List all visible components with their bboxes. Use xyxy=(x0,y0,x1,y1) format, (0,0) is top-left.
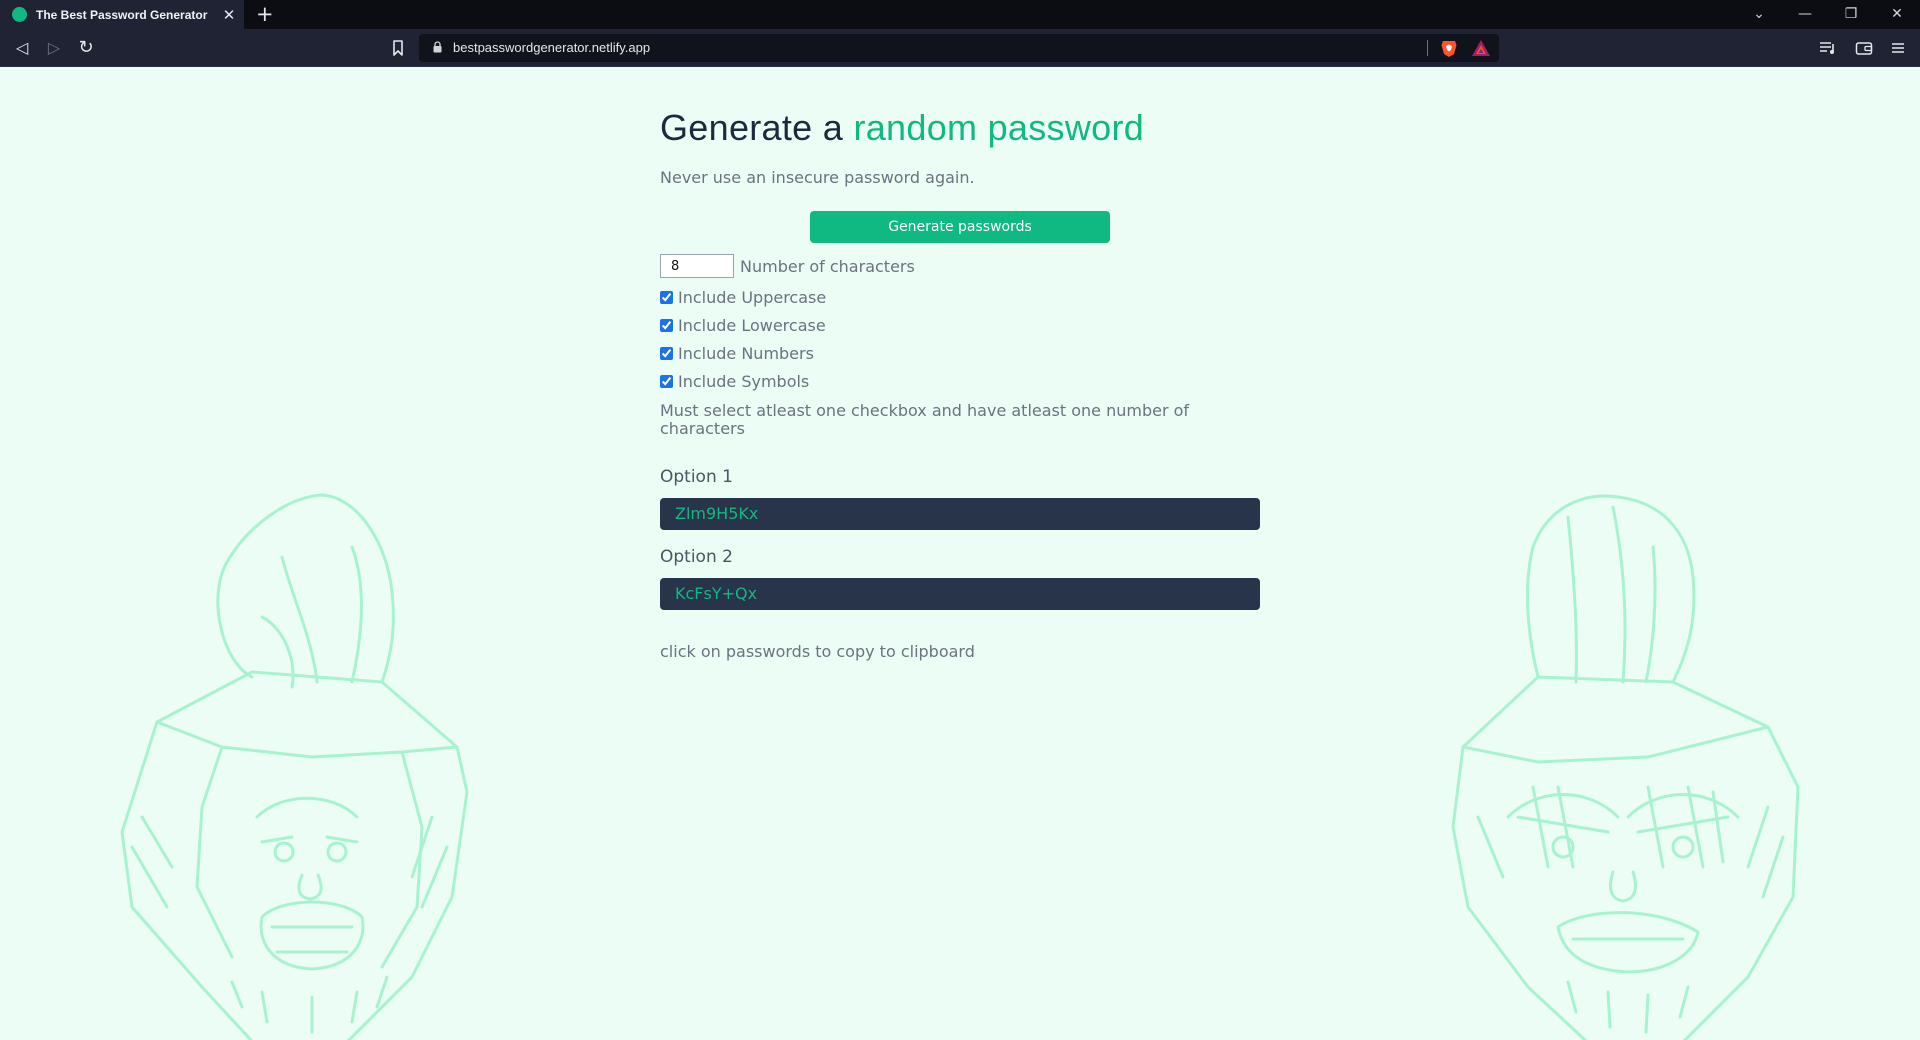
uppercase-option[interactable]: Include Uppercase xyxy=(660,288,1260,307)
uppercase-label[interactable]: Include Uppercase xyxy=(678,288,826,307)
minimize-button[interactable]: — xyxy=(1790,0,1820,29)
lock-icon[interactable] xyxy=(433,41,442,53)
page-subtitle: Never use an insecure password again. xyxy=(660,168,975,187)
wallet-icon[interactable] xyxy=(1854,38,1874,58)
password-option-2[interactable]: KcFsY+Qx xyxy=(660,578,1260,610)
new-tab-button[interactable]: + xyxy=(256,0,274,29)
close-window-button[interactable]: ✕ xyxy=(1882,0,1912,29)
tab-list-icon[interactable]: ⌄ xyxy=(1744,0,1774,29)
url-text: bestpasswordgenerator.netlify.app xyxy=(453,40,651,55)
generate-passwords-button[interactable]: Generate passwords xyxy=(810,211,1110,243)
uppercase-checkbox[interactable] xyxy=(660,291,673,304)
restore-button[interactable]: ❐ xyxy=(1836,0,1866,29)
playlist-icon[interactable] xyxy=(1818,38,1838,58)
generator-panel: Generate a random password Never use an … xyxy=(660,107,1260,661)
numbers-label[interactable]: Include Numbers xyxy=(678,344,814,363)
page-title: Generate a random password xyxy=(660,107,1260,149)
length-input[interactable] xyxy=(660,254,734,278)
url-divider xyxy=(1427,40,1428,56)
copy-hint: click on passwords to copy to clipboard xyxy=(660,642,975,661)
title-accent: random password xyxy=(853,107,1145,148)
browser-tab[interactable]: The Best Password Generator ✕ xyxy=(0,0,244,29)
option-1-label: Option 1 xyxy=(660,467,733,487)
lowercase-option[interactable]: Include Lowercase xyxy=(660,316,1260,335)
numbers-option[interactable]: Include Numbers xyxy=(660,344,1260,363)
lowercase-checkbox[interactable] xyxy=(660,319,673,332)
tab-strip: The Best Password Generator ✕ + ⌄ — ❐ ✕ xyxy=(0,0,1920,29)
reload-button[interactable]: ↻ xyxy=(74,29,98,67)
right-gorilla-illustration xyxy=(1451,494,1800,1040)
option-2-label: Option 2 xyxy=(660,547,733,567)
back-button[interactable]: ◁ xyxy=(10,29,34,67)
length-row: Number of characters xyxy=(660,254,1260,278)
address-bar[interactable]: bestpasswordgenerator.netlify.app xyxy=(419,34,1499,62)
tab-title: The Best Password Generator xyxy=(36,7,208,22)
symbols-checkbox[interactable] xyxy=(660,375,673,388)
length-label: Number of characters xyxy=(740,256,915,276)
left-gorilla-illustration xyxy=(120,493,469,1040)
validation-message: Must select atleast one checkbox and hav… xyxy=(660,401,1190,438)
symbols-option[interactable]: Include Symbols xyxy=(660,372,1260,391)
symbols-label[interactable]: Include Symbols xyxy=(678,372,809,391)
bat-rewards-icon[interactable] xyxy=(1471,39,1491,57)
title-text: Generate a xyxy=(660,107,854,148)
tab-close-icon[interactable]: ✕ xyxy=(222,6,236,24)
lowercase-label[interactable]: Include Lowercase xyxy=(678,316,826,335)
brave-lion-icon[interactable] xyxy=(1439,38,1459,58)
bookmark-icon[interactable] xyxy=(388,38,408,58)
browser-toolbar: ◁ ▷ ↻ bestpasswordgenerator.netlify.app xyxy=(0,29,1920,67)
menu-icon[interactable] xyxy=(1888,38,1908,58)
password-option-1[interactable]: Zlm9H5Kx xyxy=(660,498,1260,530)
forward-button[interactable]: ▷ xyxy=(42,29,66,67)
numbers-checkbox[interactable] xyxy=(660,347,673,360)
favicon-icon xyxy=(12,7,27,22)
page-body: Generate a random password Never use an … xyxy=(0,67,1920,1040)
